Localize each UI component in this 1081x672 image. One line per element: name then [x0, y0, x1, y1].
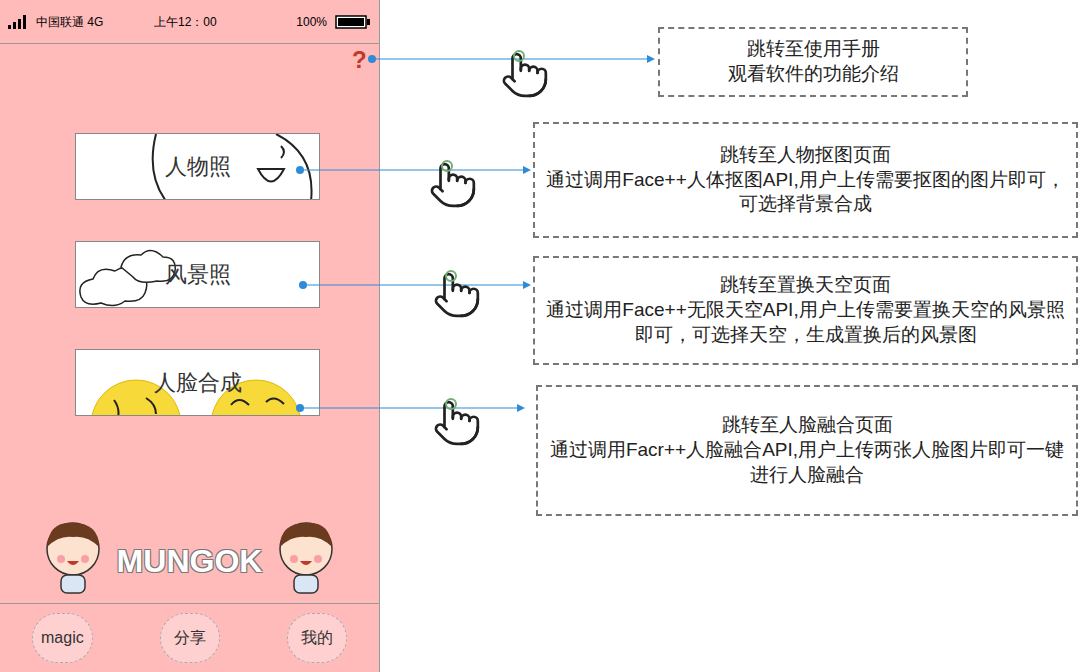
annotation-title: 跳转至人脸融合页面: [722, 413, 893, 438]
tap-gesture-icon: [432, 270, 482, 320]
bottom-nav: magic 分享 我的: [0, 603, 379, 672]
battery-level: 100%: [296, 13, 327, 31]
nav-button[interactable]: magic: [32, 613, 93, 663]
main-area: ?人物照风景照人脸合成MUNGOK: [0, 44, 379, 603]
annotation-body: 通过调用Face++无限天空API,用户上传需要置换天空的风景照即可，可选择天空…: [539, 298, 1072, 347]
cartoon-kid-icon: [266, 517, 346, 597]
menu-label: 人脸合成: [150, 366, 246, 399]
menu-label: 人物照: [161, 150, 235, 183]
nav-button[interactable]: 我的: [287, 613, 347, 663]
tap-gesture-icon: [428, 160, 478, 210]
logo-text: MUNGOK: [117, 537, 263, 597]
menu-list: 人物照风景照人脸合成: [0, 44, 379, 416]
nav-button[interactable]: 分享: [160, 613, 220, 663]
annotation-body: 通过调用Face++人体抠图API,用户上传需要抠图的图片即可，可选择背景合成: [539, 168, 1072, 217]
signal-icon: [8, 15, 28, 29]
status-bar: 中国联通 4G 上午12：00 100%: [0, 0, 379, 44]
annotation-title: 跳转至置换天空页面: [720, 273, 891, 298]
annotation-box: 跳转至使用手册观看软件的功能介绍: [658, 27, 968, 97]
tap-gesture-icon: [500, 50, 550, 100]
menu-button[interactable]: 人物照: [75, 133, 320, 200]
tap-gesture-icon: [432, 398, 482, 448]
annotation-body: 通过调用Facr++人脸融合API,用户上传两张人脸图片即可一键进行人脸融合: [542, 438, 1072, 487]
battery-icon: [335, 15, 371, 29]
annotation-box: 跳转至人物抠图页面通过调用Face++人体抠图API,用户上传需要抠图的图片即可…: [533, 122, 1078, 238]
annotation-title: 跳转至人物抠图页面: [720, 143, 891, 168]
clock: 上午12：00: [154, 13, 288, 31]
menu-label: 风景照: [161, 258, 235, 291]
menu-button[interactable]: 风景照: [75, 241, 320, 308]
annotation-box: 跳转至人脸融合页面通过调用Facr++人脸融合API,用户上传两张人脸图片即可一…: [536, 385, 1078, 516]
annotation-body: 观看软件的功能介绍: [728, 62, 899, 87]
annotation-title: 跳转至使用手册: [747, 37, 880, 62]
prototype-diagram: 中国联通 4G上午12：00100%?人物照风景照人脸合成MUNGOKmagic…: [0, 0, 1081, 672]
logo: MUNGOK: [0, 517, 379, 597]
menu-button[interactable]: 人脸合成: [75, 349, 320, 416]
cartoon-kid-icon: [33, 517, 113, 597]
help-button[interactable]: ?: [352, 48, 367, 72]
annotation-box: 跳转至置换天空页面通过调用Face++无限天空API,用户上传需要置换天空的风景…: [533, 256, 1078, 365]
carrier: 中国联通 4G: [36, 13, 146, 31]
phone-screen: 中国联通 4G上午12：00100%?人物照风景照人脸合成MUNGOKmagic…: [0, 0, 380, 672]
